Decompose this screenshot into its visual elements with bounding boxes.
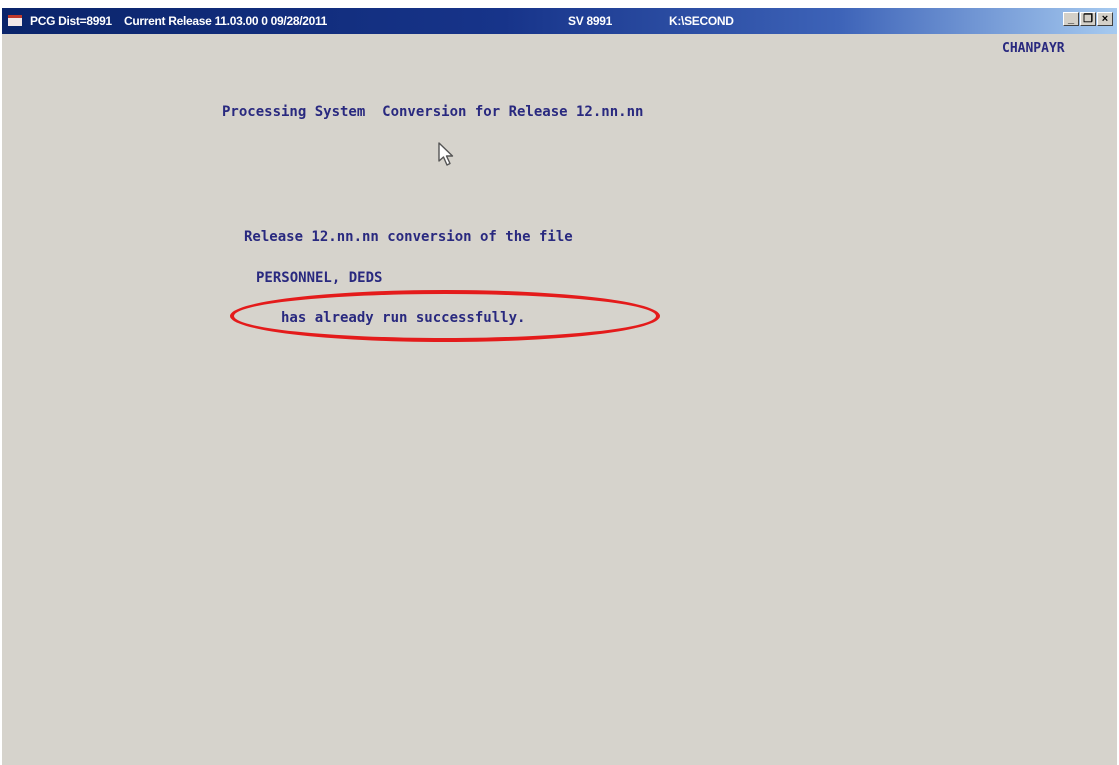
title-release: Current Release 11.03.00 0 09/28/2011 bbox=[124, 14, 328, 28]
close-button[interactable]: × bbox=[1097, 12, 1113, 26]
restore-button[interactable]: ❐ bbox=[1080, 12, 1096, 26]
window-controls: _ ❐ × bbox=[1063, 12, 1113, 26]
title-bar[interactable]: PCG Dist=8991 Current Release 11.03.00 0… bbox=[2, 8, 1117, 34]
message-line-2: PERSONNEL, DEDS bbox=[256, 270, 383, 286]
minimize-button[interactable]: _ bbox=[1063, 12, 1079, 26]
title-dist: PCG Dist=8991 bbox=[30, 14, 112, 28]
title-sv: SV 8991 bbox=[568, 14, 612, 28]
title-path: K:\SECOND bbox=[669, 14, 734, 28]
screen-heading: Processing System Conversion for Release… bbox=[222, 104, 644, 120]
highlight-ellipse bbox=[230, 290, 660, 342]
message-line-1: Release 12.nn.nn conversion of the file bbox=[244, 229, 573, 245]
terminal-window: PCG Dist=8991 Current Release 11.03.00 0… bbox=[2, 8, 1117, 765]
mouse-pointer-icon bbox=[438, 142, 454, 166]
user-id: CHANPAYR bbox=[1002, 41, 1065, 56]
app-icon[interactable] bbox=[8, 15, 22, 26]
